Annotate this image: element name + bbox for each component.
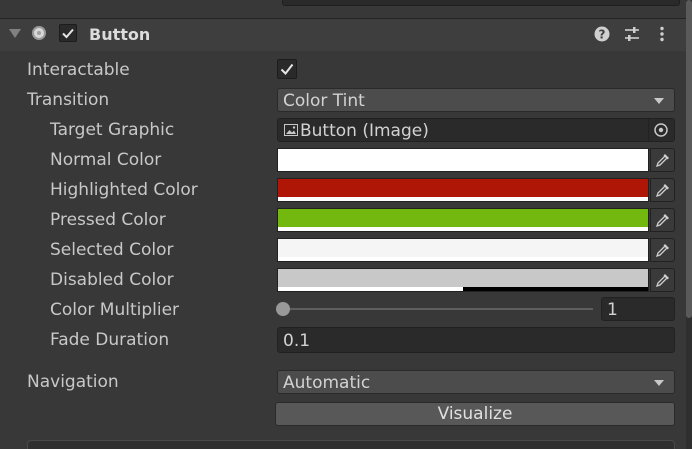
highlighted-alpha-bar <box>278 197 648 201</box>
highlighted-color-field[interactable] <box>277 178 649 202</box>
disabled-color-eyedropper-button[interactable] <box>650 268 675 292</box>
color-multiplier-slider-knob[interactable] <box>276 302 290 316</box>
eyedropper-icon <box>655 184 669 198</box>
interactable-label: Interactable <box>27 60 130 80</box>
object-picker-icon[interactable] <box>648 118 674 142</box>
check-icon <box>280 63 294 76</box>
selected-color-field[interactable] <box>277 238 649 262</box>
selected-color-swatch <box>278 239 648 257</box>
normal-color-field[interactable] <box>277 148 649 172</box>
eyedropper-icon <box>655 154 669 168</box>
foldout-arrow-icon[interactable] <box>9 29 21 38</box>
disabled-color-label: Disabled Color <box>50 270 174 290</box>
color-multiplier-input[interactable]: 1 <box>601 297 675 321</box>
highlighted-color-label: Highlighted Color <box>50 180 198 200</box>
navigation-label: Navigation <box>27 372 119 392</box>
eyedropper-icon <box>655 214 669 228</box>
dropdown-arrow-icon <box>654 380 664 386</box>
selected-color-eyedropper-button[interactable] <box>650 238 675 262</box>
previous-component-field[interactable] <box>282 0 680 6</box>
fade-duration-value: 0.1 <box>283 331 311 351</box>
highlighted-color-swatch <box>278 179 648 197</box>
component-enabled-checkbox[interactable] <box>59 24 77 42</box>
image-icon <box>284 124 298 136</box>
normal-color-swatch <box>278 149 648 167</box>
fade-duration-label: Fade Duration <box>50 330 170 350</box>
pressed-color-eyedropper-button[interactable] <box>650 208 675 232</box>
inspector-panel: Button ? Interactable Transition Color T… <box>0 0 692 449</box>
target-graphic-label: Target Graphic <box>50 120 175 140</box>
pressed-color-swatch <box>278 209 648 227</box>
transition-label: Transition <box>27 90 110 110</box>
scrollbar-thumb[interactable] <box>686 0 692 318</box>
next-component-box <box>27 440 675 449</box>
interactable-checkbox[interactable] <box>277 59 297 79</box>
pressed-color-label: Pressed Color <box>50 210 166 230</box>
highlighted-color-eyedropper-button[interactable] <box>650 178 675 202</box>
component-header[interactable]: Button ? <box>0 18 686 51</box>
more-menu-icon[interactable] <box>654 26 670 42</box>
color-multiplier-slider-track[interactable] <box>283 308 593 310</box>
transition-dropdown[interactable]: Color Tint <box>277 88 675 112</box>
component-title: Button <box>89 25 151 44</box>
fade-duration-input[interactable]: 0.1 <box>277 327 675 353</box>
navigation-dropdown[interactable]: Automatic <box>277 370 675 394</box>
preset-icon[interactable] <box>624 26 640 42</box>
normal-alpha-bar <box>278 167 648 171</box>
visualize-button[interactable]: Visualize <box>275 402 675 426</box>
eyedropper-icon <box>655 274 669 288</box>
svg-text:?: ? <box>599 28 606 42</box>
target-graphic-field[interactable]: Button (Image) <box>277 118 675 142</box>
disabled-alpha-bar <box>278 287 463 291</box>
pressed-color-field[interactable] <box>277 208 649 232</box>
pressed-alpha-bar <box>278 227 648 231</box>
color-multiplier-label: Color Multiplier <box>50 300 180 320</box>
check-icon <box>62 28 74 39</box>
normal-color-eyedropper-button[interactable] <box>650 148 675 172</box>
navigation-value: Automatic <box>283 373 371 393</box>
disabled-color-swatch <box>278 269 648 287</box>
component-icon <box>32 26 46 40</box>
disabled-color-field[interactable] <box>277 268 649 292</box>
target-graphic-value: Button (Image) <box>300 121 429 141</box>
transition-value: Color Tint <box>283 91 365 111</box>
normal-color-label: Normal Color <box>50 150 162 170</box>
color-multiplier-value: 1 <box>607 300 618 320</box>
selected-alpha-bar <box>278 257 648 261</box>
selected-color-label: Selected Color <box>50 240 174 260</box>
dropdown-arrow-icon <box>654 98 664 104</box>
disabled-alpha-remainder <box>463 287 648 291</box>
help-icon[interactable]: ? <box>594 26 610 42</box>
eyedropper-icon <box>655 244 669 258</box>
